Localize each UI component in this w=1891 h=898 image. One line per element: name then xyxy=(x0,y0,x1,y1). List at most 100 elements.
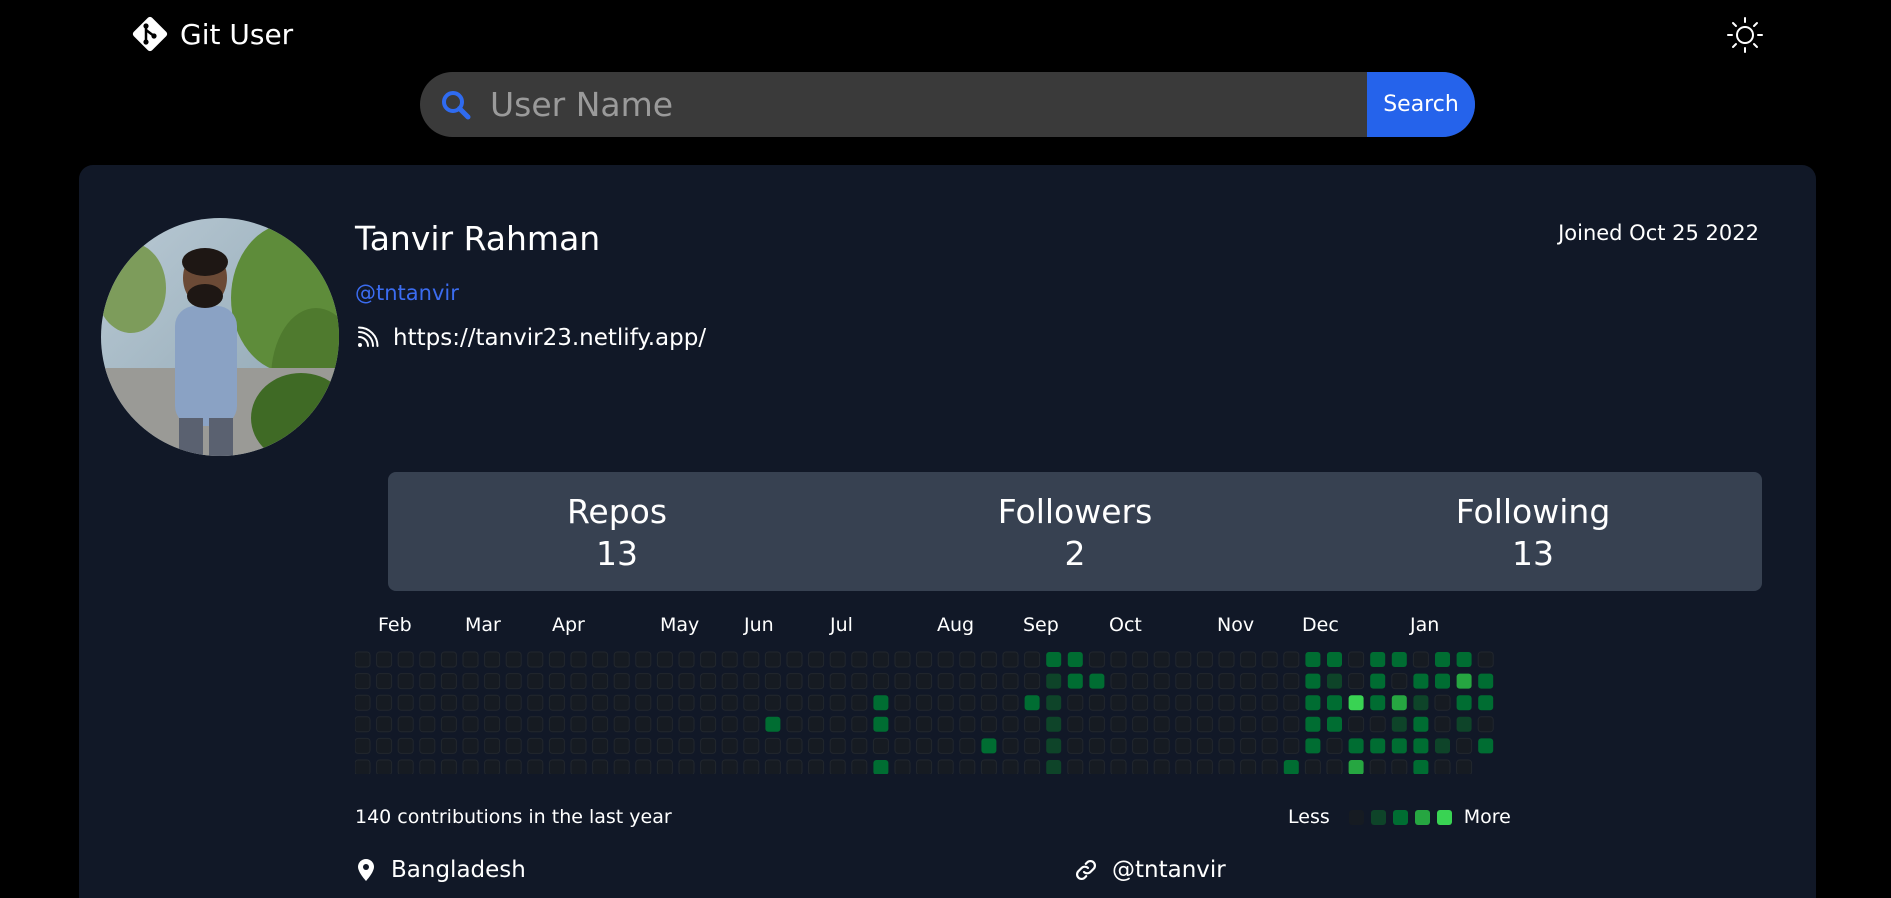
contribution-cell xyxy=(872,673,889,690)
stat-label: Following xyxy=(1455,491,1611,531)
contribution-cell xyxy=(355,673,371,690)
contribution-cell xyxy=(1024,695,1040,711)
contribution-cell xyxy=(980,759,997,774)
search-input[interactable] xyxy=(490,72,1367,137)
contribution-cell xyxy=(440,651,457,668)
contribution-cell xyxy=(1046,652,1062,667)
contribution-cell xyxy=(570,694,587,711)
contribution-cell xyxy=(1196,673,1213,690)
contribution-cell xyxy=(937,694,954,711)
contribution-cell xyxy=(1261,737,1278,754)
contribution-cell xyxy=(1024,673,1041,690)
month-label: Jul xyxy=(830,614,853,636)
contribution-cell xyxy=(1391,716,1407,732)
contribution-cell xyxy=(1283,737,1300,754)
contribution-cell xyxy=(462,673,479,690)
contribution-cell xyxy=(1002,673,1019,690)
contribution-cell xyxy=(1391,738,1407,754)
contribution-cell xyxy=(678,716,695,733)
contribution-cell xyxy=(1370,695,1386,711)
stat-value: 13 xyxy=(1512,533,1554,573)
month-label: Feb xyxy=(378,614,412,636)
search-button[interactable]: Search xyxy=(1367,72,1475,137)
avatar xyxy=(101,218,339,456)
theme-toggle-button[interactable] xyxy=(1726,16,1764,54)
contribution-cell xyxy=(1067,759,1084,774)
contribution-cell xyxy=(937,759,954,774)
contribution-cell xyxy=(959,673,976,690)
contribution-cell xyxy=(829,737,846,754)
contribution-cell xyxy=(786,673,803,690)
contribution-cell xyxy=(959,737,976,754)
contribution-cell xyxy=(440,673,457,690)
contribution-cell xyxy=(872,651,889,668)
contribution-cell xyxy=(1218,716,1235,733)
contribution-cell xyxy=(505,651,522,668)
contribution-cell xyxy=(1196,759,1213,774)
contribution-cell xyxy=(505,716,522,733)
contribution-cell xyxy=(1283,760,1299,774)
location: Bangladesh xyxy=(355,857,526,883)
location-text: Bangladesh xyxy=(391,857,526,883)
contribution-cell xyxy=(419,694,436,711)
contribution-cell xyxy=(1088,737,1105,754)
contribution-cell xyxy=(592,694,609,711)
contribution-cell xyxy=(808,673,825,690)
stat-label: Followers xyxy=(997,491,1153,531)
contribution-cell xyxy=(527,759,544,774)
contribution-cell xyxy=(894,716,911,733)
git-logo-icon xyxy=(132,16,168,52)
blog-link[interactable]: https://tanvir23.netlify.app/ xyxy=(355,325,706,351)
contribution-cell xyxy=(635,694,652,711)
contribution-cell xyxy=(440,694,457,711)
contribution-cell xyxy=(1391,759,1408,774)
brand[interactable]: Git User xyxy=(132,16,293,52)
contribution-cell xyxy=(1240,694,1257,711)
contribution-cell xyxy=(1283,673,1300,690)
contribution-cell xyxy=(570,716,587,733)
rss-icon xyxy=(358,326,379,347)
contribution-cell xyxy=(1435,673,1450,689)
contribution-cell xyxy=(397,673,414,690)
contribution-cell xyxy=(355,759,371,774)
contribution-cell xyxy=(1391,695,1407,711)
contribution-cell xyxy=(1305,673,1321,689)
contribution-cell xyxy=(1024,737,1041,754)
twitter-link[interactable]: @tntanvir xyxy=(1074,857,1226,883)
contribution-cell xyxy=(1413,695,1429,711)
contribution-cell xyxy=(1218,737,1235,754)
contribution-cell xyxy=(1391,673,1408,690)
contribution-cell xyxy=(1348,673,1365,690)
contribution-cell xyxy=(1132,694,1149,711)
profile-handle-link[interactable]: @tntanvir xyxy=(355,281,459,305)
contribution-cell xyxy=(505,673,522,690)
contribution-cell xyxy=(1175,759,1192,774)
contribution-cell xyxy=(872,737,889,754)
contribution-cell xyxy=(656,759,673,774)
contribution-cell xyxy=(484,694,501,711)
contribution-cell xyxy=(743,651,760,668)
contribution-cell xyxy=(419,651,436,668)
calendar-months: Feb Mar Apr May Jun Jul Aug Sep Oct Nov … xyxy=(355,614,1495,644)
contribution-cell xyxy=(808,694,825,711)
contribution-cell xyxy=(1175,673,1192,690)
contribution-cell xyxy=(570,759,587,774)
contribution-cell xyxy=(851,673,868,690)
contribution-cell xyxy=(440,716,457,733)
contribution-cell xyxy=(1110,651,1127,668)
contribution-cell xyxy=(592,716,609,733)
contribution-cell xyxy=(916,694,933,711)
contribution-cell xyxy=(484,651,501,668)
contribution-cell xyxy=(764,759,781,774)
contribution-cell xyxy=(1046,673,1062,689)
contribution-cell xyxy=(1413,760,1429,774)
contribution-cell xyxy=(1304,759,1321,774)
contribution-cell xyxy=(355,716,371,733)
contribution-cell xyxy=(829,759,846,774)
contribution-cell xyxy=(1240,716,1257,733)
blog-url: https://tanvir23.netlify.app/ xyxy=(393,325,707,351)
contribution-cell xyxy=(678,759,695,774)
contribution-cell xyxy=(376,694,393,711)
contribution-cell xyxy=(1046,695,1062,711)
contribution-cell xyxy=(1413,673,1429,689)
